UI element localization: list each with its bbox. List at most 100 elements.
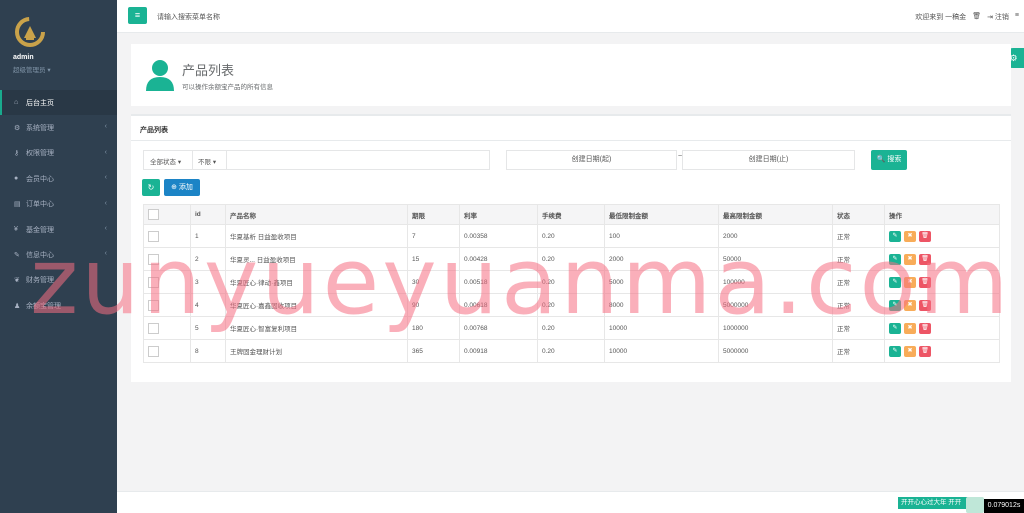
- cell-status: 正常: [832, 247, 885, 271]
- chevron-left-icon: ‹: [104, 224, 107, 232]
- cell-term: 180: [407, 316, 460, 340]
- cell-fee: 0.20: [537, 247, 605, 271]
- users-icon: ♟: [14, 302, 21, 310]
- sidebar-item[interactable]: ▤ 订单中心 ‹: [0, 192, 117, 217]
- menu-icon: ≡: [134, 10, 141, 20]
- row-select-cell: [143, 224, 191, 248]
- menu-search-input[interactable]: 请输入搜索菜单名称: [157, 12, 220, 22]
- sidebar-item[interactable]: ⚷ 权限管理 ‹: [0, 141, 117, 166]
- row-checkbox[interactable]: [148, 322, 159, 334]
- close-icon[interactable]: ✖: [904, 230, 916, 242]
- admin-role-dropdown[interactable]: 超级管理员 ▾: [13, 64, 51, 74]
- close-icon[interactable]: ✖: [904, 276, 916, 288]
- trash-icon[interactable]: 🗑: [919, 299, 931, 311]
- edit-icon[interactable]: ✎: [889, 253, 901, 265]
- cell-actions: ✎ ✖ 🗑: [884, 224, 1000, 248]
- trash-icon[interactable]: 🗑: [919, 253, 931, 265]
- trash-icon[interactable]: 🗑: [919, 345, 931, 357]
- add-button[interactable]: ⊕ 添加: [164, 179, 200, 196]
- cell-status: 正常: [832, 224, 885, 248]
- right-menu-icon[interactable]: ≡: [1015, 12, 1019, 22]
- logout-button[interactable]: ⇥ 注销: [987, 12, 1009, 22]
- chevron-left-icon: ‹: [104, 199, 107, 207]
- cell-fee: 0.20: [537, 316, 605, 340]
- product-panel: 产品列表 全部状态 ▾ 不限 ▾ 创建日期(起) ~ 创建日期(止) 🔍 搜索 …: [131, 114, 1011, 382]
- close-icon[interactable]: ✖: [904, 299, 916, 311]
- plus-circle-icon: ⊕: [171, 184, 177, 191]
- trash-icon[interactable]: 🗑: [919, 276, 931, 288]
- chevron-left-icon: ‹: [104, 250, 107, 258]
- sidebar-item[interactable]: ♟ 余额宝管理: [0, 293, 117, 318]
- table-header-row: id 产品名称 期限 利率 手续费 最低限制金额 最高限制金额 状态 操作: [143, 204, 1000, 225]
- user-avatar-icon: [146, 60, 174, 91]
- row-checkbox[interactable]: [148, 230, 159, 242]
- key-icon: ⚷: [14, 150, 20, 158]
- cell-min: 10000: [604, 316, 719, 340]
- cell-max: 1000000: [718, 316, 833, 340]
- refresh-button[interactable]: ↻: [142, 179, 160, 196]
- sidebar-item[interactable]: ¥ 基金管理 ‹: [0, 217, 117, 242]
- date-start-input[interactable]: 创建日期(起): [506, 150, 677, 170]
- edit-icon[interactable]: ✎: [889, 299, 901, 311]
- edit-icon[interactable]: ✎: [889, 230, 901, 242]
- close-icon[interactable]: ✖: [904, 253, 916, 265]
- home-icon: ⌂: [14, 99, 19, 107]
- edit-icon[interactable]: ✎: [889, 322, 901, 334]
- sidebar-item[interactable]: ❦ 财务管理: [0, 268, 117, 293]
- row-select-cell: [143, 339, 191, 363]
- page-subtitle: 可以操作余额宝产品的所有信息: [182, 84, 273, 91]
- close-icon[interactable]: ✖: [904, 322, 916, 334]
- cell-id: 5: [190, 316, 226, 340]
- wrench-icon: ✎: [14, 252, 20, 260]
- sidebar-item[interactable]: ● 会员中心 ‹: [0, 166, 117, 191]
- cell-term: 15: [407, 247, 460, 271]
- leaf-icon: ❦: [14, 277, 20, 285]
- row-checkbox[interactable]: [148, 345, 159, 357]
- yen-icon: ¥: [14, 226, 18, 234]
- sidebar-item[interactable]: ⌂ 后台主页: [0, 90, 117, 116]
- filter-separator: [226, 151, 227, 169]
- cell-rate: 0.00918: [459, 339, 538, 363]
- filter-group: 全部状态 ▾ 不限 ▾: [143, 150, 490, 170]
- cell-id: 8: [190, 339, 226, 363]
- trash-icon[interactable]: 🗑: [972, 12, 981, 22]
- sidebar-item[interactable]: ✎ 信息中心 ‹: [0, 242, 117, 267]
- table-row: 8 王牌固金理财计划 365 0.00918 0.20 10000 5000000 正常 ✎ ✖ 🗑: [143, 339, 1000, 363]
- cell-status: 正常: [832, 270, 885, 294]
- row-select-cell: [143, 247, 191, 271]
- trash-icon[interactable]: 🗑: [919, 230, 931, 242]
- top-navbar: ≡ 请输入搜索菜单名称 欢迎来到 一稿金 🗑 ⇥ 注销 ≡: [117, 0, 1024, 33]
- caret-down-icon: ▾: [212, 159, 217, 166]
- row-select-cell: [143, 270, 191, 294]
- admin-name: admin: [13, 54, 34, 61]
- select-all-checkbox[interactable]: [148, 209, 159, 220]
- header-id: id: [190, 204, 226, 225]
- cell-rate: 0.00358: [459, 224, 538, 248]
- cell-id: 4: [190, 293, 226, 317]
- search-icon: 🔍: [876, 156, 886, 163]
- chevron-left-icon: ‹: [104, 174, 107, 182]
- sidebar-item[interactable]: ⚙ 系统管理 ‹: [0, 115, 117, 140]
- date-end-input[interactable]: 创建日期(止): [682, 150, 855, 170]
- cell-max: 5000000: [718, 339, 833, 363]
- search-button[interactable]: 🔍 搜索: [871, 150, 907, 170]
- header-min: 最低限制金额: [604, 204, 719, 225]
- sidebar-item-label: 财务管理: [26, 277, 54, 285]
- header-actions: 操作: [884, 204, 1000, 225]
- edit-icon[interactable]: ✎: [889, 345, 901, 357]
- refresh-icon: ↻: [147, 183, 155, 192]
- row-checkbox[interactable]: [148, 276, 159, 288]
- add-label: 添加: [178, 184, 193, 191]
- menu-toggle-button[interactable]: ≡: [128, 7, 147, 24]
- cell-fee: 0.20: [537, 270, 605, 294]
- edit-icon[interactable]: ✎: [889, 276, 901, 288]
- cell-id: 1: [190, 224, 226, 248]
- admin-role: 超级管理员: [13, 67, 46, 74]
- status-filter-dropdown[interactable]: 全部状态 ▾: [150, 156, 181, 166]
- cell-min: 10000: [604, 339, 719, 363]
- row-checkbox[interactable]: [148, 253, 159, 265]
- trash-icon[interactable]: 🗑: [919, 322, 931, 334]
- row-checkbox[interactable]: [148, 299, 159, 311]
- close-icon[interactable]: ✖: [904, 345, 916, 357]
- limit-filter-dropdown[interactable]: 不限 ▾: [198, 156, 216, 166]
